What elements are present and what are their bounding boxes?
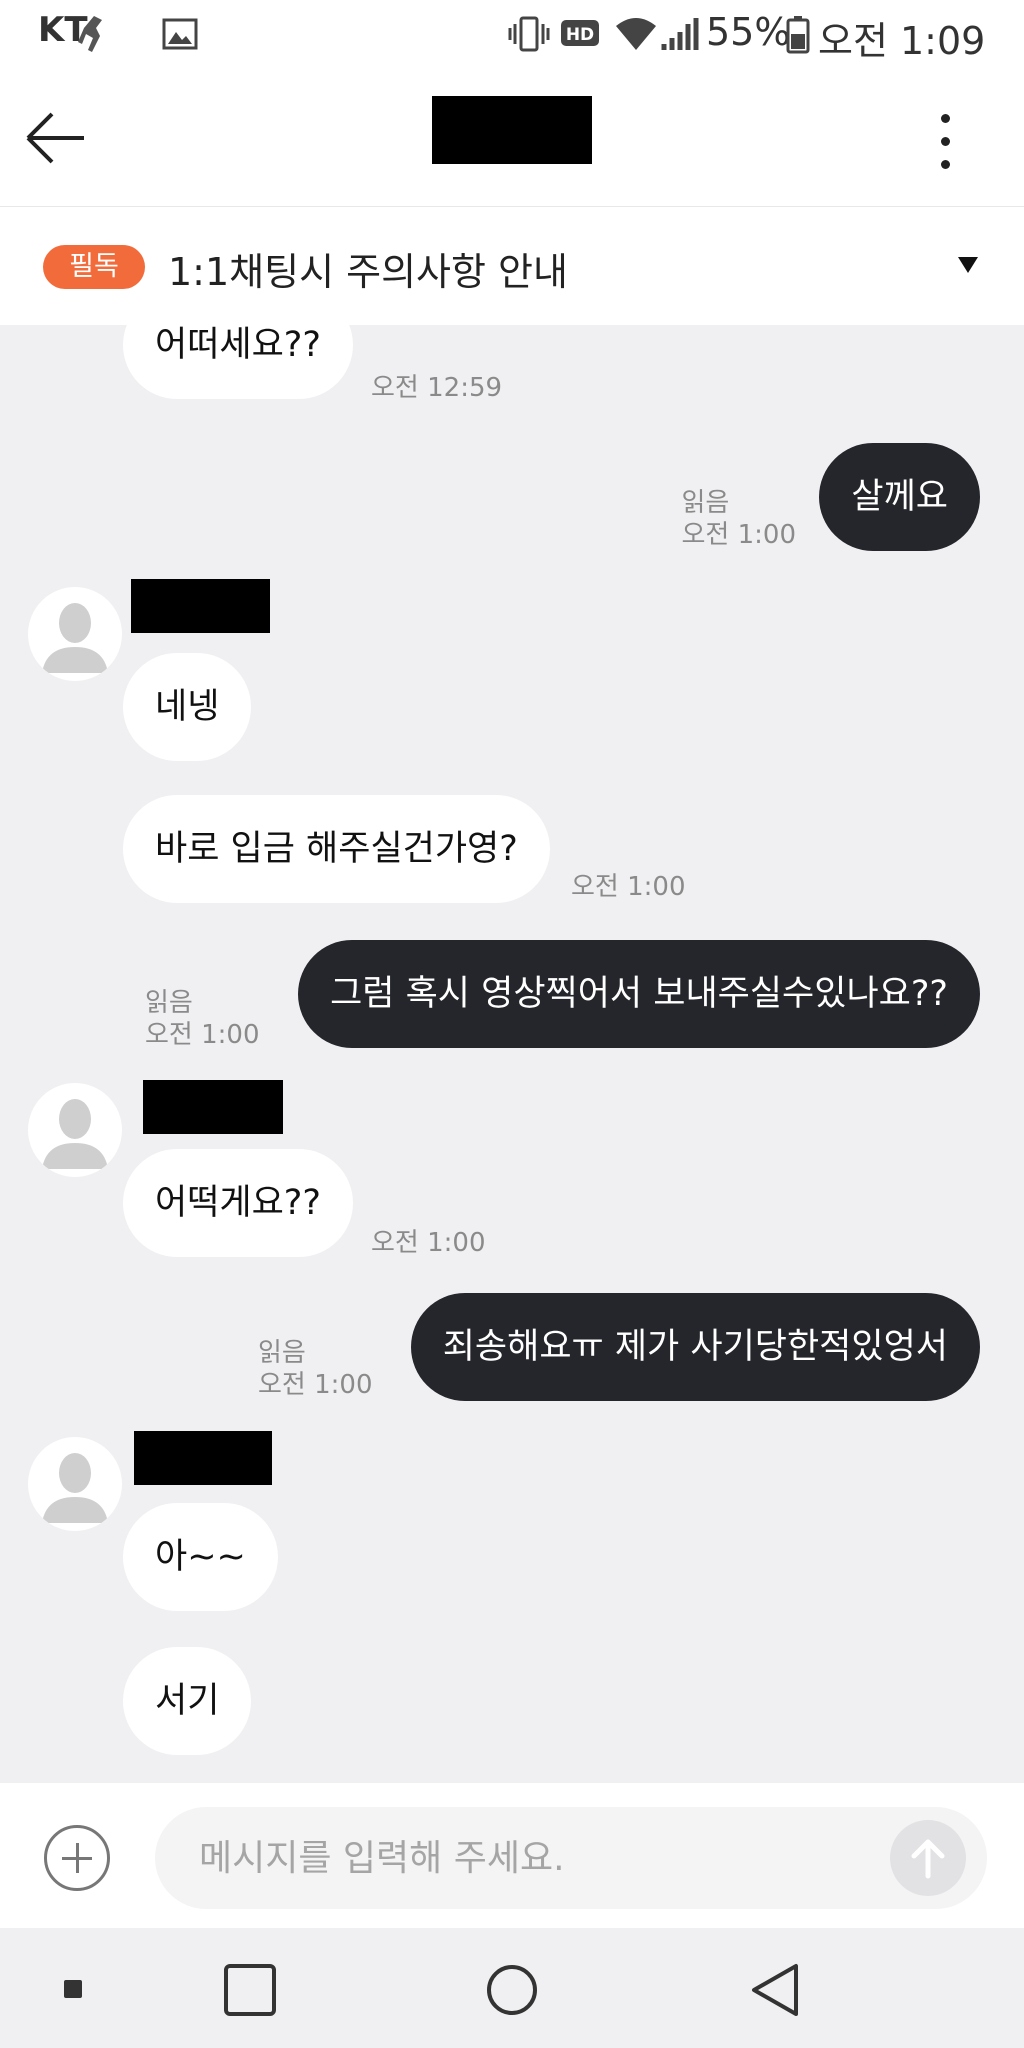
back-triangle-icon[interactable] <box>748 1960 804 2020</box>
vibrate-icon <box>508 16 550 52</box>
avatar[interactable] <box>28 1437 122 1531</box>
arrow-up-icon <box>911 1839 945 1879</box>
notice-badge: 필독 <box>43 245 145 289</box>
avatar[interactable] <box>28 587 122 681</box>
message-bubble-incoming: 서기 <box>123 1647 252 1755</box>
chat-title-redacted <box>432 96 592 164</box>
message-bubble-incoming: 어떡게요?? <box>123 1149 353 1257</box>
clock: 오전 1:09 <box>818 19 986 63</box>
more-vertical-icon[interactable] <box>925 106 965 178</box>
battery-percent: 55% <box>706 10 791 54</box>
signal-icon <box>661 18 699 50</box>
message-input[interactable] <box>155 1807 987 1909</box>
small-square-icon[interactable] <box>62 1978 84 2000</box>
message-time: 오전 12:59 <box>371 373 503 403</box>
image-icon <box>162 18 198 50</box>
read-receipt: 읽음 오전 1:00 <box>258 1338 373 1400</box>
notice-banner[interactable]: 필독 1:1채팅시 주의사항 안내 <box>0 207 1024 325</box>
sender-name-redacted <box>143 1080 283 1134</box>
runner-icon <box>78 16 102 52</box>
recents-square-icon[interactable] <box>222 1962 278 2018</box>
read-receipt: 읽음 오전 1:00 <box>681 488 797 550</box>
message-time: 오전 1:00 <box>571 872 686 902</box>
battery-icon <box>786 16 810 54</box>
svg-text:HD: HD <box>566 25 594 45</box>
message-bubble-incoming: 어떠세요?? <box>123 325 353 399</box>
read-receipt: 읽음 오전 1:00 <box>145 988 260 1050</box>
message-bubble-incoming: 네넹 <box>123 653 252 761</box>
notice-title: 1:1채팅시 주의사항 안내 <box>168 250 568 294</box>
message-bubble-incoming: 바로 입금 해주실건가영? <box>123 795 550 903</box>
user-silhouette-icon <box>42 1453 108 1523</box>
message-bubble-incoming: 아~~ <box>123 1503 278 1611</box>
message-time: 오전 1:00 <box>371 1228 486 1258</box>
chat-header <box>0 68 1024 207</box>
avatar[interactable] <box>28 1083 122 1177</box>
message-bubble-outgoing: 그럼 혹시 영상찍어서 보내주실수있나요?? <box>298 940 980 1048</box>
wifi-icon <box>616 18 656 50</box>
message-input-bar <box>0 1783 1024 1928</box>
hd-icon: HD <box>561 20 599 46</box>
system-navigation-bar <box>0 1928 1024 2048</box>
user-silhouette-icon <box>42 1099 108 1169</box>
chat-area[interactable]: 어떠세요?? 오전 12:59 읽음 오전 1:00 살께요 네넹 바로 입금 해… <box>0 325 1024 1783</box>
message-bubble-outgoing: 살께요 <box>819 443 980 551</box>
plus-circle-icon[interactable] <box>44 1825 110 1891</box>
sender-name-redacted <box>134 1431 272 1485</box>
arrow-left-icon[interactable] <box>22 108 92 168</box>
triangle-down-icon[interactable] <box>958 257 978 273</box>
home-circle-icon[interactable] <box>484 1962 540 2018</box>
send-button[interactable] <box>890 1820 966 1896</box>
status-bar: KT HD 55% 오전 1:09 <box>0 0 1024 68</box>
user-silhouette-icon <box>42 603 108 673</box>
sender-name-redacted <box>131 579 270 633</box>
message-bubble-outgoing: 죄송해요ㅠ 제가 사기당한적있엉서 <box>410 1293 980 1401</box>
